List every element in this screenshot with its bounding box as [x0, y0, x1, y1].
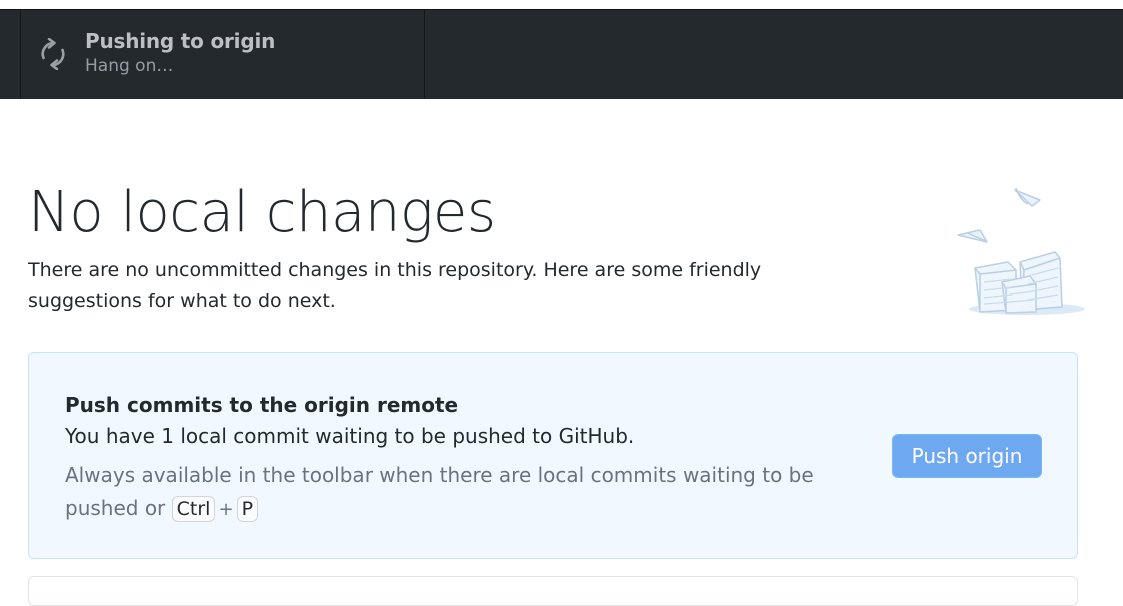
shortcut-key-p: P	[236, 496, 259, 522]
suggestion-hint: Always available in the toolbar when the…	[65, 459, 845, 526]
push-status-text: Pushing to origin Hang on…	[85, 28, 275, 78]
shortcut-key-ctrl: Ctrl	[171, 496, 216, 522]
shortcut-plus: +	[218, 499, 234, 520]
suggestion-title: Push commits to the origin remote	[65, 393, 459, 417]
push-suggestion-card: Push commits to the origin remote You ha…	[28, 352, 1078, 559]
suggestion-text: You have 1 local commit waiting to be pu…	[65, 424, 635, 448]
toolbar: Pushing to origin Hang on…	[0, 10, 1123, 99]
page-description: There are no uncommitted changes in this…	[28, 259, 762, 312]
push-pull-button[interactable]: Pushing to origin Hang on…	[21, 10, 425, 99]
push-status-subtitle: Hang on…	[85, 56, 174, 76]
push-origin-button[interactable]: Push origin	[892, 434, 1042, 478]
page-title: No local changes	[28, 180, 496, 245]
next-suggestion-card	[28, 576, 1078, 606]
sync-icon	[41, 38, 65, 70]
empty-repo-illustration	[957, 187, 1085, 315]
window-top-strip	[0, 0, 1123, 10]
toolbar-left-gap	[0, 10, 21, 99]
push-status-title: Pushing to origin	[85, 29, 276, 53]
